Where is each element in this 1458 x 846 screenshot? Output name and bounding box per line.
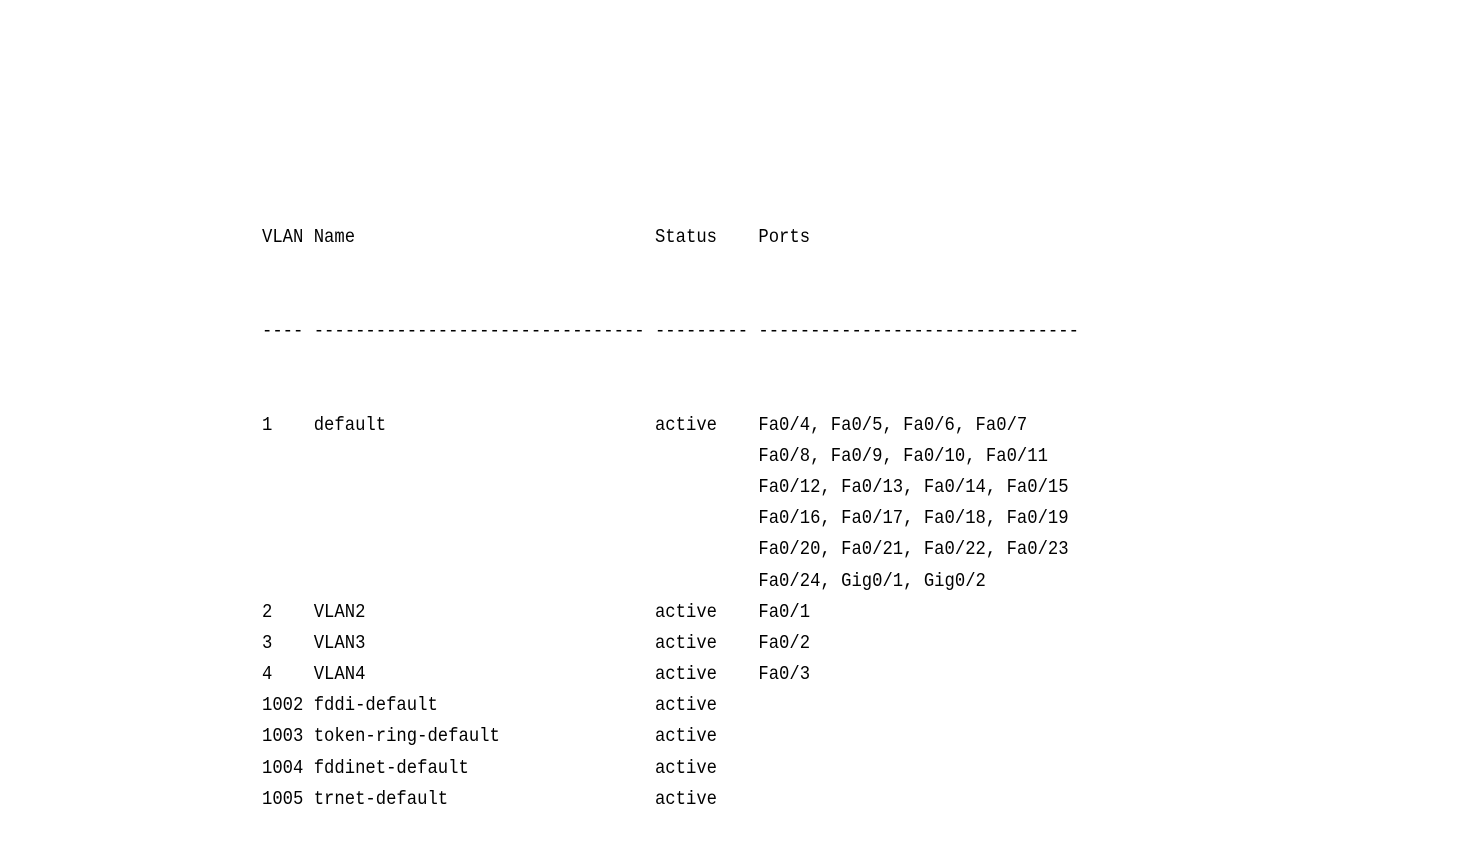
vlan-ports: Fa0/16, Fa0/17, Fa0/18, Fa0/19 [758, 507, 1069, 530]
header-name: Name [313, 226, 356, 249]
vlan-status: active [654, 725, 718, 748]
separator-row: ---- -------------------------------- ----… [262, 316, 1079, 347]
vlan-name: VLAN3 [313, 631, 366, 654]
separator-ports: ------------------------------- [758, 320, 1079, 342]
vlan-row: 1005 trnet-default active [262, 784, 1079, 815]
vlan-ports: Fa0/8, Fa0/9, Fa0/10, Fa0/11 [758, 444, 1048, 467]
vlan-row: 2 VLAN2 active Fa0/1 [262, 597, 1079, 628]
vlan-name: token-ring-default [313, 725, 500, 748]
vlan-id: 3 [262, 631, 273, 654]
vlan-row-continuation: Fa0/20, Fa0/21, Fa0/22, Fa0/23 [262, 534, 1079, 565]
vlan-rows: 1 default active Fa0/4, Fa0/5, Fa0/6, Fa0/7… [262, 410, 1079, 815]
vlan-id: 1 [262, 413, 273, 436]
vlan-row-continuation: Fa0/16, Fa0/17, Fa0/18, Fa0/19 [262, 503, 1079, 534]
vlan-id: 4 [262, 663, 273, 686]
header-status: Status [654, 226, 718, 249]
vlan-name: default [313, 413, 387, 436]
vlan-name: fddi-default [313, 694, 438, 717]
header-ports: Ports [758, 226, 811, 249]
vlan-row: 1004 fddinet-default active [262, 753, 1079, 784]
vlan-status: active [654, 631, 718, 654]
vlan-status: active [654, 694, 718, 717]
vlan-id: 1002 [262, 694, 304, 717]
vlan-id: 1004 [262, 756, 304, 779]
separator-status: --------- [654, 320, 749, 342]
separator-vlan: ---- [262, 320, 304, 342]
vlan-status: active [654, 756, 718, 779]
header-row: VLAN Name Status Ports [262, 222, 1079, 253]
vlan-status: active [654, 600, 718, 623]
vlan-row: 4 VLAN4 active Fa0/3 [262, 659, 1079, 690]
vlan-id: 2 [262, 600, 273, 623]
vlan-name: VLAN4 [313, 663, 366, 686]
vlan-status: active [654, 787, 718, 810]
vlan-row-continuation: Fa0/12, Fa0/13, Fa0/14, Fa0/15 [262, 472, 1079, 503]
vlan-row-continuation: Fa0/24, Gig0/1, Gig0/2 [262, 566, 1079, 597]
vlan-ports: Fa0/4, Fa0/5, Fa0/6, Fa0/7 [758, 413, 1028, 436]
vlan-ports: Fa0/20, Fa0/21, Fa0/22, Fa0/23 [758, 538, 1069, 561]
vlan-id: 1005 [262, 787, 304, 810]
vlan-ports: Fa0/3 [758, 663, 811, 686]
header-vlan: VLAN [262, 226, 304, 249]
vlan-row: 1 default active Fa0/4, Fa0/5, Fa0/6, Fa0/7 [262, 410, 1079, 441]
vlan-name: trnet-default [313, 787, 449, 810]
vlan-row: 1002 fddi-default active [262, 690, 1079, 721]
vlan-row: 1003 token-ring-default active [262, 721, 1079, 752]
vlan-row: 3 VLAN3 active Fa0/2 [262, 628, 1079, 659]
vlan-id: 1003 [262, 725, 304, 748]
vlan-ports: Fa0/24, Gig0/1, Gig0/2 [758, 569, 986, 592]
vlan-brief-output: VLAN Name Status Ports ---- ----------------… [262, 160, 1079, 846]
separator-name: -------------------------------- [313, 320, 645, 342]
vlan-row-continuation: Fa0/8, Fa0/9, Fa0/10, Fa0/11 [262, 441, 1079, 472]
vlan-name: VLAN2 [313, 600, 366, 623]
vlan-status: active [654, 413, 718, 436]
vlan-status: active [654, 663, 718, 686]
vlan-ports: Fa0/1 [758, 600, 811, 623]
vlan-ports: Fa0/2 [758, 631, 811, 654]
vlan-ports: Fa0/12, Fa0/13, Fa0/14, Fa0/15 [758, 475, 1069, 498]
vlan-name: fddinet-default [313, 756, 469, 779]
